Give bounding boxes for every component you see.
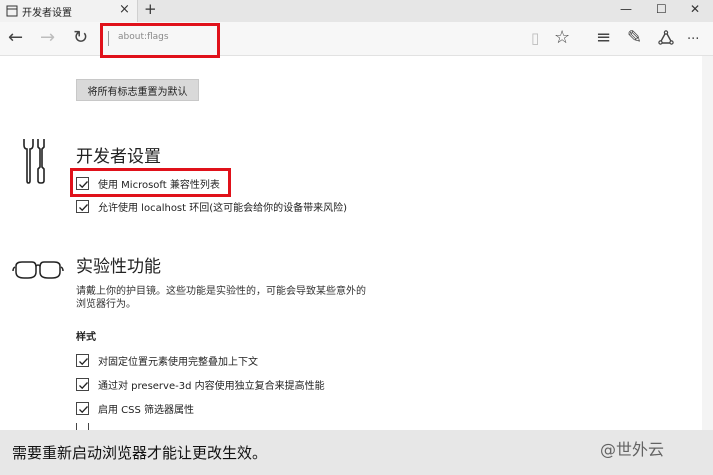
- maximize-button[interactable]: ☐: [656, 2, 667, 16]
- tab-close-icon[interactable]: ×: [119, 2, 130, 17]
- back-icon[interactable]: ←: [8, 28, 23, 48]
- new-tab-button[interactable]: +: [144, 0, 157, 18]
- checkmark-icon: [79, 405, 88, 413]
- option-label: 通过对 preserve-3d 内容使用独立复合来提高性能: [98, 380, 325, 392]
- tab-bar: 开发者设置 × + — ☐ ✕: [0, 0, 713, 22]
- experimental-features-title: 实验性功能: [76, 257, 161, 277]
- checkmark-icon: [79, 381, 88, 389]
- refresh-icon[interactable]: ↻: [73, 28, 88, 48]
- checkmark-icon: [79, 203, 88, 211]
- checkbox-checked[interactable]: [76, 401, 89, 415]
- tab-title: 开发者设置: [22, 8, 72, 19]
- checkbox-checked[interactable]: [76, 353, 89, 367]
- reset-flags-button[interactable]: 将所有标志重置为默认: [76, 79, 199, 101]
- checkbox-checked[interactable]: [76, 377, 89, 391]
- share-icon[interactable]: [658, 30, 674, 46]
- option-fixed-position-stacking[interactable]: 对固定位置元素使用完整叠加上下文: [76, 352, 258, 368]
- hub-icon[interactable]: ≡: [596, 28, 611, 48]
- close-window-button[interactable]: ✕: [690, 2, 700, 16]
- tab-developer-settings[interactable]: 开发者设置 ×: [0, 0, 138, 22]
- option-css-filter-property[interactable]: 启用 CSS 筛选器属性: [76, 400, 194, 416]
- option-label: 对固定位置元素使用完整叠加上下文: [98, 356, 258, 368]
- styles-subheading: 样式: [76, 332, 96, 343]
- watermark-text: @世外云: [600, 440, 665, 459]
- checkbox-checked[interactable]: [76, 199, 89, 213]
- more-actions-icon[interactable]: ···: [687, 30, 699, 50]
- developer-settings-title: 开发者设置: [76, 147, 161, 167]
- developer-tools-icon: [23, 139, 45, 184]
- restart-notification-text: 需要重新启动浏览器才能让更改生效。: [12, 444, 268, 462]
- forward-icon[interactable]: →: [40, 28, 55, 48]
- compat-option-highlight-box: [70, 168, 231, 197]
- option-localhost-loopback[interactable]: 允许使用 localhost 环回(这可能会给你的设备带来风险): [76, 198, 347, 214]
- checkbox-checked[interactable]: [76, 423, 89, 430]
- page-scrollbar[interactable]: [702, 56, 713, 430]
- favorite-star-icon[interactable]: ☆: [554, 28, 570, 48]
- option-label: 启用 CSS 筛选器属性: [98, 404, 195, 416]
- goggles-icon: [12, 261, 64, 279]
- web-note-icon[interactable]: ✎: [627, 28, 642, 48]
- reading-view-icon[interactable]: ▯: [531, 28, 539, 48]
- minimize-button[interactable]: —: [620, 2, 632, 16]
- experimental-description: 请戴上你的护目镜。这些功能是实验性的，可能会导致某些意外的浏览器行为。: [76, 286, 366, 310]
- page-icon: [6, 5, 18, 17]
- checkmark-icon: [79, 357, 88, 365]
- option-preserve-3d-compositing[interactable]: 通过对 preserve-3d 内容使用独立复合来提高性能: [76, 376, 325, 392]
- option-partially-hidden[interactable]: [76, 423, 89, 430]
- address-highlight-box: [100, 23, 220, 58]
- option-label: 允许使用 localhost 环回(这可能会给你的设备带来风险): [98, 202, 348, 214]
